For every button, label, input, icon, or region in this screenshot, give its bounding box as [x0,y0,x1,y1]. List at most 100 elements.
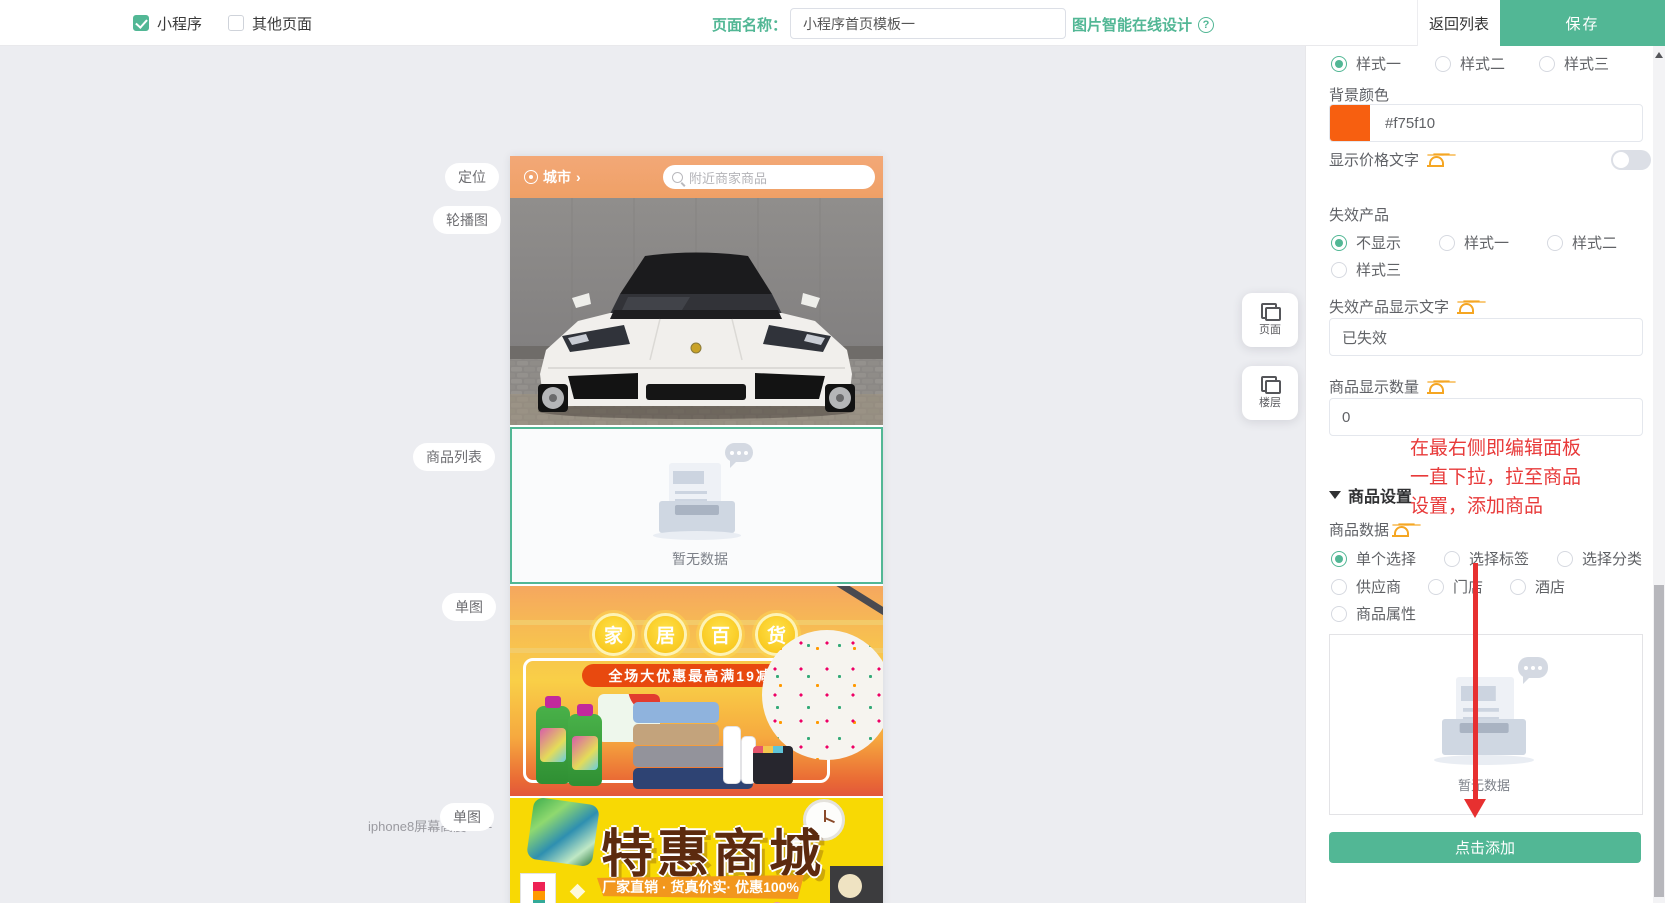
radio-style-1[interactable]: 样式一 [1331,53,1401,74]
badge-live: 居 [647,616,684,653]
product-data-empty-box: 暂无数据 [1329,634,1643,815]
product-settings-header[interactable]: 商品设置 [1329,483,1412,507]
scrollbar-up-icon[interactable] [1655,52,1663,58]
invalid-text-label: 失效产品显示文字 [1329,296,1474,317]
top-toolbar: 小程序 其他页面 页面名称： 图片智能在线设计 ? 返回列表 保存 [0,0,1665,46]
radio-product-attribute[interactable]: 商品属性 [1331,603,1416,624]
layers-icon [1261,376,1279,392]
floor-float-button[interactable]: 楼层 [1242,366,1298,420]
check-icon [133,15,149,31]
radio-hotel[interactable]: 酒店 [1510,576,1565,597]
product-data-label: 商品数据 [1329,519,1409,540]
location-bar-component[interactable]: 城市 › 附近商家商品 [510,156,883,198]
data-radio-group-row3: 商品属性 [1331,603,1416,624]
component-label-product-list: 商品列表 [413,443,495,471]
collage-card-image [520,873,556,903]
click-to-add-button[interactable]: 点击添加 [1329,832,1641,863]
radio-select-tag[interactable]: 选择标签 [1444,548,1529,569]
detergent-bottle-image [536,706,570,784]
location-pin-icon [524,170,538,184]
city-label: 城市 [543,167,571,187]
toothpaste-image [723,726,741,784]
style-radio-group: 样式一 样式二 样式三 [1331,53,1609,74]
empty-state-illustration [1440,655,1536,765]
radio-supplier[interactable]: 供应商 [1331,576,1401,597]
invalid-text-input[interactable] [1329,318,1643,356]
radio-invalid-style-2[interactable]: 样式二 [1547,232,1617,253]
component-label-single-image-2: 单图 [440,803,494,831]
display-count-input[interactable] [1329,398,1643,436]
editor-root: 定位 轮播图 商品列表 单图 iphone8屏幕高度------ 单图 城市 ›… [0,0,1665,903]
invalid-radio-group-row1: 不显示 样式一 样式二 [1331,232,1617,253]
component-label-single-image-1: 单图 [442,593,496,621]
page-name-input[interactable] [790,8,1066,39]
color-swatch[interactable] [1330,105,1370,141]
checkbox-other-pages[interactable]: 其他页面 [228,13,312,34]
banner-ribbon: 厂家直销 · 货真价实· 优惠100% [597,875,804,899]
radio-style-2[interactable]: 样式二 [1435,53,1505,74]
inbox-tray-icon [1442,719,1526,755]
panel-empty-text: 暂无数据 [1458,775,1510,794]
single-image-component-2[interactable]: 特惠商城 厂家直销 · 货真价实· 优惠100% [510,798,883,903]
alert-icon [1457,299,1474,314]
color-value: #f75f10 [1385,115,1435,132]
detergent-bottle-image [568,714,602,786]
empty-state-illustration [659,439,739,539]
data-radio-group-row1: 单个选择 选择标签 选择分类 [1331,548,1642,569]
checkbox-mini-program[interactable]: 小程序 [133,13,202,34]
single-image-component-1[interactable]: 家 居 百 货 全场大优惠最高满19减8 [510,586,883,796]
panel-scrollbar[interactable] [1653,46,1665,903]
chat-bubble-icon [1518,657,1548,678]
alert-icon [1427,152,1444,167]
settings-panel: 样式一 样式二 样式三 背景颜色 #f75f10 显示价格文字 失效产品 不显示… [1305,46,1653,903]
search-input[interactable]: 附近商家商品 [663,165,875,189]
invalid-product-label: 失效产品 [1329,204,1389,225]
collapse-arrow-icon [1329,491,1341,499]
bg-color-label: 背景颜色 [1329,84,1389,105]
tutorial-arrow [1473,563,1478,801]
carousel-component[interactable] [510,198,883,425]
towel-stack-image [633,702,719,723]
radio-invalid-style-1[interactable]: 样式一 [1439,232,1509,253]
badge-hundred: 百 [702,616,739,653]
component-label-carousel: 轮播图 [433,206,501,234]
snack-box-image [753,746,793,784]
show-price-label: 显示价格文字 [1329,149,1444,170]
page-float-button[interactable]: 页面 [1242,293,1298,347]
alert-icon [1427,379,1444,394]
search-placeholder: 附近商家商品 [689,168,767,187]
badge-home: 家 [595,616,632,653]
chat-bubble-icon [725,443,753,462]
show-price-toggle[interactable] [1611,150,1651,170]
page-name-label: 页面名称： [712,14,787,35]
radio-select-category[interactable]: 选择分类 [1557,548,1642,569]
chevron-right-icon: › [576,169,581,185]
save-button[interactable]: 保存 [1500,0,1665,46]
city-selector[interactable]: 城市 › [524,167,581,187]
pages-icon [1261,303,1279,319]
phone-preview: 城市 › 附近商家商品 [510,156,883,903]
radio-invalid-hide[interactable]: 不显示 [1331,232,1401,253]
data-radio-group-row2: 供应商 门店 酒店 [1331,576,1565,597]
product-list-component-selected[interactable]: 暂无数据 [510,427,883,584]
radio-single-select[interactable]: 单个选择 [1331,548,1416,569]
food-board-image [830,866,883,903]
alert-icon [1392,522,1409,537]
help-icon[interactable]: ? [1198,17,1214,33]
search-icon [672,172,683,183]
radio-style-3[interactable]: 样式三 [1539,53,1609,74]
scrollbar-thumb[interactable] [1654,585,1664,897]
component-label-position: 定位 [445,163,499,191]
display-count-label: 商品显示数量 [1329,376,1444,397]
banner-title: 特惠商城 [568,812,858,887]
smart-design-link[interactable]: 图片智能在线设计 ? [1072,14,1214,35]
tutorial-arrow-head [1464,799,1486,818]
page-type-checkboxes: 小程序 其他页面 [133,0,312,46]
umbrella-image [762,630,883,760]
radio-invalid-style-3[interactable]: 样式三 [1331,259,1401,280]
bg-color-input[interactable]: #f75f10 [1329,104,1643,142]
back-to-list-button[interactable]: 返回列表 [1417,0,1500,46]
invalid-radio-group-row2: 样式三 [1331,259,1401,280]
inbox-tray-icon [659,501,735,533]
car-photo [510,198,883,425]
